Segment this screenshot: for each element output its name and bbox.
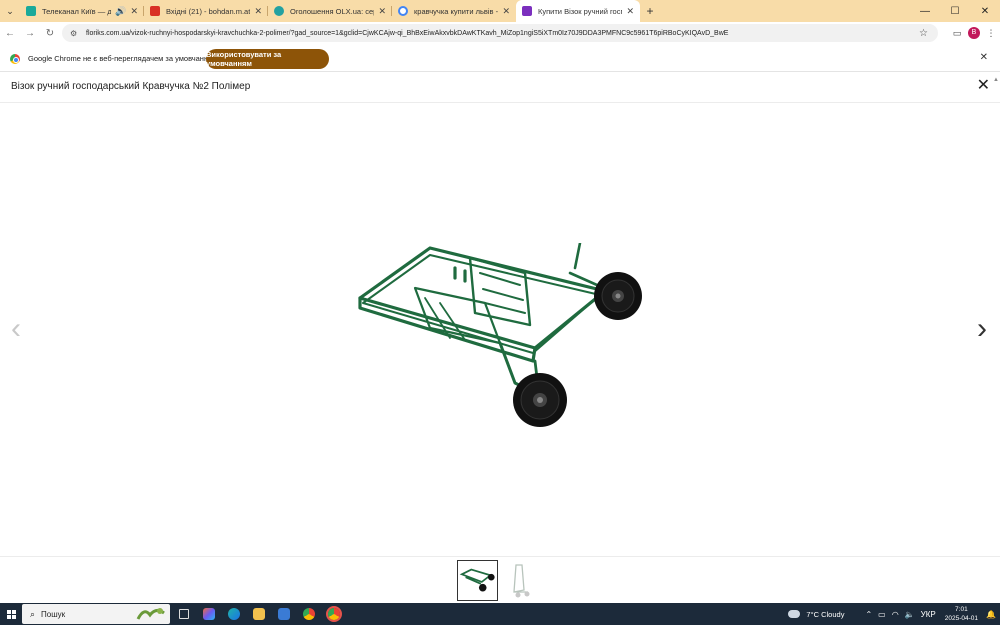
- notification-bell-icon[interactable]: 🔔: [986, 610, 1000, 619]
- tab-gmail[interactable]: Вхідні (21) - bohdan.m.ataman ✕: [144, 0, 268, 22]
- copilot-icon[interactable]: [198, 603, 220, 625]
- chevron-up-icon[interactable]: ⌃: [865, 610, 872, 619]
- product-gallery-modal: Візок ручний господарський Кравчучка №2 …: [0, 73, 1000, 603]
- tv-favicon-icon: [26, 6, 36, 16]
- window-controls: — ☐ ✕: [910, 0, 1000, 22]
- url-text: floriks.com.ua/vizok-ruchnyi-hospodarsky…: [86, 29, 729, 37]
- close-tab-icon[interactable]: ✕: [254, 6, 262, 17]
- tab-label: кравчучка купити львів - Пош: [414, 6, 499, 16]
- gmail-favicon-icon: [150, 6, 160, 16]
- site-info-icon[interactable]: ⚙: [70, 29, 80, 38]
- url-input[interactable]: ⚙ floriks.com.ua/vizok-ruchnyi-hospodars…: [62, 24, 938, 42]
- tab-label: Купити Візок ручний господар: [538, 6, 622, 16]
- profile-avatar[interactable]: B: [968, 27, 980, 39]
- default-browser-infobar: Google Chrome не є веб-переглядачем за у…: [0, 46, 1000, 72]
- chrome-profile-icon[interactable]: [323, 603, 345, 625]
- clock-date: 2025-04-01: [944, 615, 978, 622]
- chevron-right-icon[interactable]: ›: [977, 314, 987, 344]
- plus-icon: +: [646, 4, 654, 18]
- bookmark-star-icon[interactable]: ☆: [919, 28, 928, 39]
- task-view-icon[interactable]: [173, 603, 195, 625]
- address-bar: ← → ↻ ⚙ floriks.com.ua/vizok-ruchnyi-hos…: [0, 22, 1000, 44]
- close-tab-icon[interactable]: ✕: [502, 6, 510, 17]
- close-tab-icon[interactable]: ✕: [130, 6, 138, 17]
- toolbar-right: ▭ B ⋮: [946, 22, 1000, 44]
- back-arrow-icon[interactable]: ←: [0, 28, 20, 39]
- tab-olx[interactable]: Оголошення OLX.ua: сервіс ог ✕: [268, 0, 392, 22]
- product-image: [358, 243, 642, 427]
- scroll-up-icon[interactable]: ▲: [993, 77, 999, 83]
- system-tray: 7°C Cloudy ⌃ ▭ ◠ 🔈 УКР 7:01 2025-04-01 🔔: [788, 603, 1000, 625]
- cloud-icon: [788, 610, 801, 618]
- network-icon[interactable]: ▭: [878, 610, 886, 619]
- cast-icon[interactable]: ▭: [948, 28, 966, 39]
- close-tab-icon[interactable]: ✕: [626, 6, 634, 17]
- taskbar-search-input[interactable]: ⌕ Пошук: [22, 604, 170, 624]
- google-favicon-icon: [398, 6, 408, 16]
- thumbnail-2[interactable]: [500, 560, 541, 601]
- tab-label: Телеканал Київ — дивитис: [42, 6, 112, 16]
- close-icon[interactable]: ✕: [977, 78, 990, 94]
- chrome-icon[interactable]: [298, 603, 320, 625]
- close-icon[interactable]: ✕: [980, 52, 988, 63]
- file-explorer-icon[interactable]: [248, 603, 270, 625]
- tab-google-search[interactable]: кравчучка купити львів - Пош ✕: [392, 0, 516, 22]
- close-window-icon[interactable]: ✕: [970, 0, 1000, 22]
- tab-floriks-active[interactable]: Купити Візок ручний господар ✕: [516, 0, 640, 22]
- search-highlight-icon: [136, 608, 165, 620]
- wifi-icon[interactable]: ◠: [892, 610, 899, 619]
- thumbnail-1[interactable]: [457, 560, 498, 601]
- clock-time: 7:01: [955, 606, 968, 613]
- language-indicator[interactable]: УКР: [921, 610, 936, 619]
- thumbnail-cart-folded: [459, 568, 495, 592]
- reload-icon[interactable]: ↻: [40, 28, 60, 39]
- floriks-favicon-icon: [522, 6, 532, 16]
- olx-favicon-icon: [274, 6, 284, 16]
- set-default-button[interactable]: Використовувати за умовчанням: [206, 49, 329, 69]
- store-icon[interactable]: [273, 603, 295, 625]
- infobar-message: Google Chrome не є веб-переглядачем за у…: [28, 54, 218, 63]
- edge-icon[interactable]: [223, 603, 245, 625]
- chrome-logo-icon: [10, 53, 20, 64]
- weather-text: 7°C Cloudy: [806, 609, 845, 619]
- speaker-icon[interactable]: 🔊: [115, 6, 126, 17]
- chevron-down-icon: ⌄: [6, 5, 14, 16]
- forward-arrow-icon[interactable]: →: [20, 28, 40, 39]
- kebab-menu-icon[interactable]: ⋮: [982, 28, 1000, 39]
- weather-widget[interactable]: 7°C Cloudy: [788, 610, 844, 619]
- tab-label: Вхідні (21) - bohdan.m.ataman: [166, 6, 251, 16]
- clock[interactable]: 7:01 2025-04-01: [945, 605, 978, 623]
- volume-icon[interactable]: 🔈: [905, 610, 915, 619]
- modal-header: Візок ручний господарський Кравчучка №2 …: [0, 73, 1000, 103]
- scrollbar[interactable]: ▲: [993, 77, 999, 547]
- new-tab-button[interactable]: +: [640, 0, 660, 22]
- windows-taskbar: ⌕ Пошук 7°C Cloudy ⌃ ▭ ◠ 🔈 УКР 7:01 2025…: [0, 603, 1000, 625]
- tab-kyiv-tv[interactable]: Телеканал Київ — дивитис 🔊 ✕: [20, 0, 144, 22]
- search-placeholder: Пошук: [41, 609, 66, 619]
- tab-search-button[interactable]: ⌄: [0, 0, 20, 22]
- windows-start-icon[interactable]: [0, 603, 22, 625]
- maximize-icon[interactable]: ☐: [940, 0, 970, 22]
- minimize-icon[interactable]: —: [910, 0, 940, 22]
- chevron-left-icon[interactable]: ‹: [11, 314, 21, 344]
- page-title: Візок ручний господарський Кравчучка №2 …: [11, 81, 251, 92]
- thumbnail-cart-upright: [513, 564, 530, 598]
- close-tab-icon[interactable]: ✕: [378, 6, 386, 17]
- search-icon: ⌕: [30, 608, 36, 619]
- thumbnail-strip: [0, 556, 1000, 603]
- tab-strip: ⌄ Телеканал Київ — дивитис 🔊 ✕ Вхідні (2…: [0, 0, 1000, 22]
- tab-label: Оголошення OLX.ua: сервіс ог: [290, 6, 374, 16]
